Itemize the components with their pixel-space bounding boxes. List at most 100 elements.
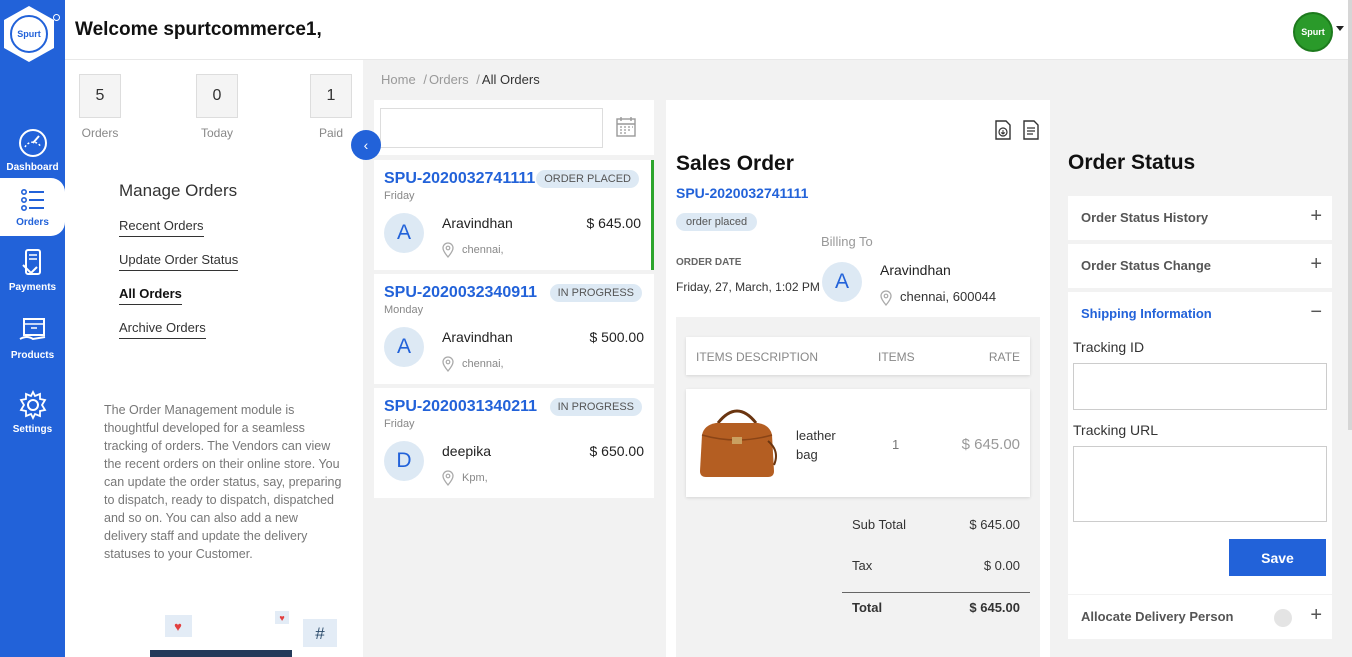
item-rate: $ 645.00: [961, 436, 1020, 453]
user-avatar[interactable]: Spurt: [1293, 12, 1333, 52]
expand-plus-icon[interactable]: +: [1310, 205, 1322, 228]
svg-text:#: #: [315, 624, 325, 643]
location-pin-icon: [442, 242, 454, 258]
tracking-id-input[interactable]: [1073, 363, 1327, 410]
customer-location: chennai,: [442, 356, 504, 372]
left-navigation: Spurt Dashboard Orders Payments Products…: [0, 0, 65, 657]
link-all-orders[interactable]: All Orders: [119, 286, 182, 305]
billing-avatar: A: [822, 262, 862, 302]
dashboard-gauge-icon: [18, 129, 47, 157]
breadcrumb-current: All Orders: [481, 72, 540, 87]
sales-order-id: SPU-2020032741111: [676, 185, 809, 201]
tax-value: $ 0.00: [983, 558, 1020, 573]
tracking-url-label: Tracking URL: [1073, 422, 1159, 438]
location-pin-icon: [880, 289, 892, 306]
item-name: leather bag: [796, 428, 836, 462]
save-button[interactable]: Save: [1229, 539, 1326, 576]
accordion-title: Order Status Change: [1081, 258, 1212, 273]
item-quantity: 1: [892, 437, 900, 452]
order-search-bar: [374, 100, 654, 155]
customer-avatar: D: [384, 441, 424, 481]
customer-location: Kpm,: [442, 470, 488, 486]
nav-products[interactable]: Products: [0, 315, 65, 361]
location-text: chennai,: [462, 243, 504, 256]
total-divider: [842, 592, 1030, 593]
order-search-input[interactable]: [380, 108, 603, 148]
stat-paid-value: 1: [310, 74, 352, 118]
breadcrumb-orders[interactable]: Orders: [429, 72, 469, 87]
expand-plus-icon[interactable]: +: [1310, 253, 1322, 276]
subtotal-label: Sub Total: [852, 517, 906, 532]
order-day: Friday: [384, 418, 415, 430]
table-row: leather bag 1 $ 645.00: [686, 389, 1030, 497]
order-amount: $ 650.00: [589, 443, 645, 459]
accordion-order-status-history[interactable]: Order Status History +: [1068, 196, 1332, 240]
nav-products-label: Products: [10, 350, 55, 361]
order-amount: $ 645.00: [586, 215, 642, 231]
link-recent-orders[interactable]: Recent Orders: [119, 218, 204, 237]
expand-plus-icon[interactable]: +: [1310, 604, 1322, 627]
payments-card-icon: [21, 249, 41, 275]
order-status-title: Order Status: [1068, 151, 1196, 174]
items-table-header: ITEMS DESCRIPTION ITEMS RATE: [686, 337, 1030, 375]
collapse-panel-button[interactable]: ‹: [351, 130, 381, 160]
spurt-logo[interactable]: Spurt: [4, 6, 54, 62]
user-menu-caret-icon[interactable]: [1336, 26, 1344, 31]
nav-settings-label: Settings: [12, 424, 53, 435]
order-id: SPU-2020032741111: [384, 170, 536, 187]
welcome-text: Welcome spurtcommerce1,: [75, 19, 322, 40]
tracking-id-label: Tracking ID: [1073, 339, 1145, 355]
order-summary-panel: 5 Orders 0 Today 1 Paid Manage Orders Re…: [65, 60, 363, 657]
accordion-shipping-information[interactable]: Shipping Information −: [1068, 292, 1332, 336]
nav-payments-label: Payments: [8, 282, 57, 293]
tracking-url-textarea[interactable]: [1073, 446, 1327, 522]
nav-dashboard[interactable]: Dashboard: [0, 127, 65, 173]
breadcrumb-home[interactable]: Home: [381, 72, 416, 87]
stat-paid[interactable]: 1 Paid: [296, 74, 366, 140]
order-status-badge: IN PROGRESS: [549, 284, 642, 302]
pdf-download-icon[interactable]: [994, 120, 1012, 140]
order-id: SPU-2020032340911: [384, 284, 538, 301]
accordion-allocate-delivery-person[interactable]: Allocate Delivery Person +: [1068, 595, 1332, 639]
nav-settings[interactable]: Settings: [0, 389, 65, 435]
products-box-icon: [19, 318, 45, 341]
col-items: ITEMS: [878, 350, 915, 364]
link-archive-orders[interactable]: Archive Orders: [119, 320, 206, 339]
order-status-panel: Order Status Order Status History + Orde…: [1060, 100, 1342, 657]
accordion-title: Shipping Information: [1081, 306, 1212, 321]
order-card[interactable]: SPU-2020031340211 Friday IN PROGRESS D d…: [374, 388, 654, 498]
breadcrumb-separator: /: [476, 72, 480, 87]
accordion-order-status-change[interactable]: Order Status Change +: [1068, 244, 1332, 288]
link-update-order-status[interactable]: Update Order Status: [119, 252, 239, 271]
invoice-document-icon[interactable]: [1022, 120, 1040, 140]
location-pin-icon: [442, 470, 454, 486]
tax-label: Tax: [852, 558, 873, 573]
order-amount: $ 500.00: [589, 329, 645, 345]
svg-text:♥: ♥: [174, 619, 182, 634]
tax-row: Tax $ 0.00: [852, 558, 1030, 573]
settings-gear-icon: [19, 389, 46, 421]
sales-order-title: Sales Order: [676, 152, 794, 175]
customer-location: chennai,: [442, 242, 504, 258]
order-card[interactable]: SPU-2020032340911 Monday IN PROGRESS A A…: [374, 274, 654, 384]
order-id: SPU-2020031340211: [384, 398, 538, 415]
page-scrollbar[interactable]: [1348, 0, 1352, 430]
order-day: Friday: [384, 190, 415, 202]
order-date: Friday, 27, March, 1:02 PM: [676, 280, 820, 294]
stat-today-value: 0: [196, 74, 238, 118]
customer-name: deepika: [442, 443, 492, 459]
stat-orders[interactable]: 5 Orders: [65, 74, 135, 140]
stat-today[interactable]: 0 Today: [182, 74, 252, 140]
logo-text: Spurt: [10, 15, 48, 53]
customer-name: Aravindhan: [442, 329, 513, 345]
nav-dashboard-label: Dashboard: [6, 162, 59, 173]
order-card[interactable]: SPU-2020032741111 Friday ORDER PLACED A …: [374, 160, 654, 270]
order-day: Monday: [384, 304, 424, 316]
nav-orders[interactable]: Orders: [0, 186, 65, 228]
calendar-icon[interactable]: [615, 116, 637, 138]
nav-payments[interactable]: Payments: [0, 247, 65, 293]
stat-today-label: Today: [200, 126, 234, 140]
subtotal-value: $ 645.00: [969, 517, 1020, 532]
collapse-minus-icon[interactable]: −: [1310, 301, 1322, 324]
leather-bag-image: [700, 409, 777, 477]
